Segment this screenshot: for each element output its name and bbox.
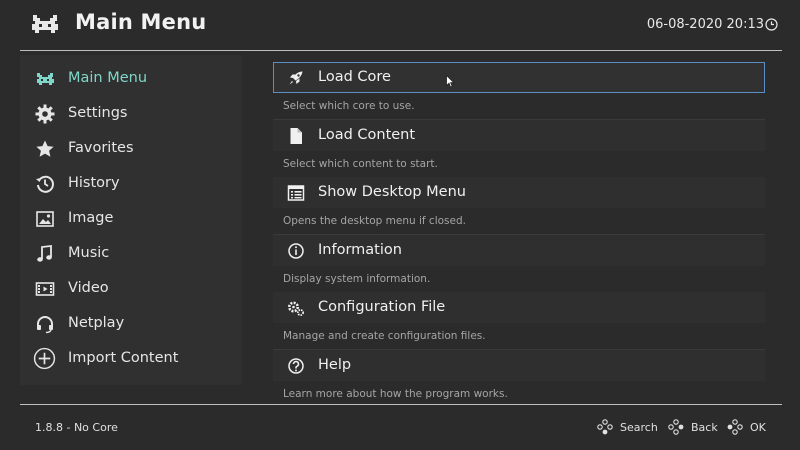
file-icon: [290, 128, 302, 144]
star-icon: [36, 140, 54, 157]
sidebar-item-image[interactable]: Image: [20, 201, 242, 236]
entry-description: Select which content to start.: [283, 158, 438, 170]
page-title: Main Menu: [75, 10, 207, 34]
desktop-menu-icon: [287, 185, 305, 201]
entry-label: Show Desktop Menu: [318, 184, 466, 200]
sidebar-item-label: History: [68, 175, 120, 191]
entry-description: Opens the desktop menu if closed.: [283, 215, 466, 227]
clock-icon: [765, 18, 778, 31]
sidebar-item-label: Music: [68, 245, 110, 261]
sidebar-item-label: Video: [68, 280, 109, 296]
version-label: 1.8.8 - No Core: [35, 421, 118, 434]
config-gears-icon: [288, 301, 304, 316]
footer-divider: [20, 404, 782, 405]
ok-label: OK: [750, 421, 766, 434]
gear-icon: [35, 104, 55, 124]
sidebar-item-music[interactable]: Music: [20, 236, 242, 271]
mouse-cursor-icon: [446, 75, 455, 88]
sidebar: Main Menu Settings Favorites History Ima…: [20, 55, 242, 385]
sidebar-item-netplay[interactable]: Netplay: [20, 306, 242, 341]
header-divider: [20, 50, 782, 51]
entry-label: Load Content: [318, 127, 416, 143]
entry-description: Manage and create configuration files.: [283, 330, 486, 342]
header: Main Menu 06-08-2020 20:13: [0, 0, 800, 50]
sidebar-item-main-menu[interactable]: Main Menu: [20, 61, 242, 96]
entry-label: Configuration File: [318, 299, 446, 315]
search-label: Search: [620, 421, 658, 434]
menu-entry-load-core[interactable]: Load Core Select which core to use.: [273, 62, 767, 120]
music-note-icon: [37, 244, 52, 262]
datetime: 06-08-2020 20:13: [646, 17, 764, 32]
menu-entry-help[interactable]: Help Learn more about how the program wo…: [273, 350, 767, 407]
plus-circle-icon: [33, 347, 56, 370]
headset-icon: [37, 316, 53, 334]
image-icon: [36, 211, 54, 227]
entry-description: Learn more about how the program works.: [283, 388, 508, 400]
sidebar-item-label: Main Menu: [68, 70, 148, 86]
sidebar-item-video[interactable]: Video: [20, 271, 242, 306]
sidebar-item-favorites[interactable]: Favorites: [20, 131, 242, 166]
history-icon: [36, 175, 54, 193]
sidebar-item-label: Import Content: [68, 350, 179, 366]
sidebar-item-label: Settings: [68, 105, 128, 121]
gamepad-buttons-icon: [597, 419, 613, 435]
invader-icon: [37, 73, 54, 85]
retroarch-invader-icon: [32, 15, 58, 33]
sidebar-item-label: Favorites: [68, 140, 134, 156]
entry-label: Help: [318, 357, 352, 373]
gamepad-buttons-icon: [727, 419, 743, 435]
back-label: Back: [691, 421, 718, 434]
entry-description: Select which core to use.: [283, 100, 415, 112]
menu-entry-configuration-file[interactable]: Configuration File Manage and create con…: [273, 292, 767, 350]
entry-label: Load Core: [318, 69, 391, 85]
menu-entry-information[interactable]: Information Display system information.: [273, 235, 767, 293]
gamepad-buttons-icon: [668, 419, 684, 435]
sidebar-item-label: Image: [68, 210, 114, 226]
film-icon: [35, 282, 55, 296]
sidebar-item-history[interactable]: History: [20, 166, 242, 201]
sidebar-item-import-content[interactable]: Import Content: [20, 341, 242, 376]
info-icon: [288, 243, 304, 259]
sidebar-item-settings[interactable]: Settings: [20, 96, 242, 131]
menu-entry-load-content[interactable]: Load Content Select which content to sta…: [273, 120, 767, 178]
menu-entry-show-desktop-menu[interactable]: Show Desktop Menu Opens the desktop menu…: [273, 177, 767, 235]
entry-description: Display system information.: [283, 273, 431, 285]
sidebar-item-label: Netplay: [68, 315, 125, 331]
entry-label: Information: [318, 242, 402, 258]
help-icon: [288, 358, 304, 374]
rocket-icon: [289, 71, 303, 85]
